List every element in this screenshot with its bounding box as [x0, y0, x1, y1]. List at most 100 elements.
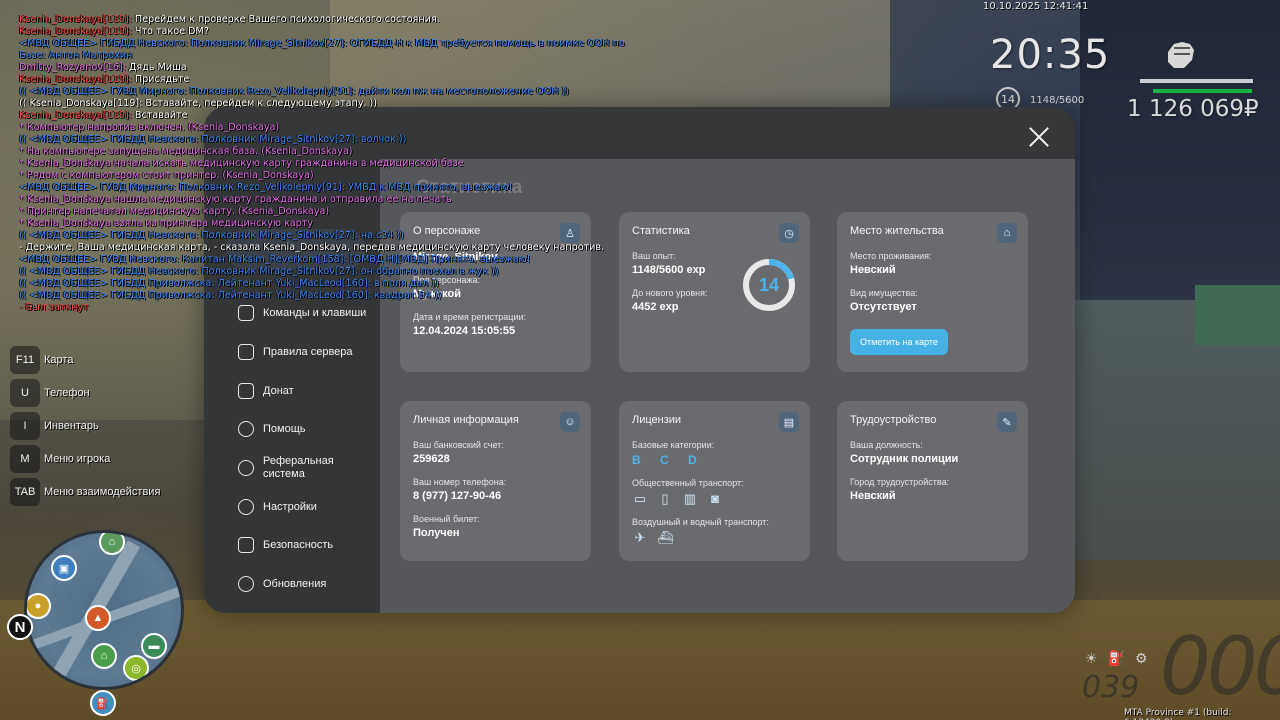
- hotkey-inventory[interactable]: I Инвентарь: [10, 412, 160, 440]
- chat-line: (( <МВД ОБЩЕЕ> ГИБДД Невского: Полковник…: [19, 230, 659, 242]
- licenses-card: Лицензии ▤ Базовые категории: B C D Обще…: [619, 401, 810, 561]
- nav-label: Помощь: [263, 422, 306, 435]
- plane-icon: ✈: [634, 530, 646, 545]
- chat-log: Ksenia_Donskaya[119]: Перейдем к проверк…: [19, 14, 659, 314]
- taxi-icon: ◙: [711, 491, 719, 506]
- chat-line: (( <МВД ОБЩЕЕ> ГУВД Мирного: Полковник R…: [19, 86, 659, 98]
- boat-icon: ⛴: [657, 530, 674, 545]
- hotkey-key: M: [10, 445, 40, 473]
- chat-text: * На компьютере запущена медицинская баз…: [19, 146, 353, 157]
- air-water-transport-row: ✈ ⛴: [632, 530, 797, 546]
- hotkey-interaction-menu[interactable]: TAB Меню взаимодействия: [10, 478, 160, 506]
- shield-icon: [238, 537, 254, 553]
- hotkey-label: Телефон: [44, 387, 90, 399]
- chat-text: (( Ksenia_Donskaya[119]: Вставайте, пере…: [19, 98, 378, 109]
- chat-text: * Рядом с компьютером стоит принтер. (Ks…: [19, 170, 314, 181]
- field-label: Базовые категории:: [632, 440, 715, 450]
- hotkey-phone[interactable]: U Телефон: [10, 379, 160, 407]
- chat-text: * Принтер напечатал медицинскую карту. (…: [19, 206, 330, 217]
- fuel-level: 039: [1082, 670, 1140, 705]
- hotkey-label: Меню игрока: [44, 453, 111, 465]
- bank-icon: ⌂: [99, 533, 125, 555]
- chat-line: Ksenia_Donskaya[119]: Присядьте: [19, 74, 659, 86]
- chat-line: <МВД ОБЩЕЕ> ГИБДД Невского: Полковник Mi…: [19, 38, 659, 50]
- chat-text: Перейдем к проверке Вашего психологическ…: [131, 14, 440, 25]
- field-label: Место проживания:: [850, 251, 932, 261]
- chat-line: * Ksenia_Donskaya начала искать медицинс…: [19, 158, 659, 170]
- field-label: Общественный транспорт:: [632, 478, 744, 488]
- chat-text: <МВД ОБЩЕЕ> ГУВД Невского: Капитан Maksi…: [19, 254, 531, 265]
- hotkey-map[interactable]: F11 Карта: [10, 346, 160, 374]
- hud-exp: 1148/5600: [1030, 95, 1085, 106]
- mark-on-map-button[interactable]: Отметить на карте: [850, 329, 948, 355]
- chat-text: - Был заткнут: [19, 302, 89, 313]
- hotkey-label: Карта: [44, 354, 74, 366]
- chat-sender: Dmitry_Rozyanov[16]:: [19, 62, 126, 73]
- card-title: Место жительства: [850, 225, 944, 237]
- level-number: 14: [758, 274, 780, 295]
- house-icon: ⌂: [997, 223, 1017, 243]
- nav-donate[interactable]: Донат: [238, 383, 294, 399]
- hud-datetime: 10.10.2025 12:41:41: [983, 1, 1089, 12]
- chat-sender: Ksenia_Donskaya[119]:: [19, 74, 132, 85]
- chat-text: (( <МВД ОБЩЕЕ> ГИБДД Приволжска: Лейтена…: [19, 278, 439, 289]
- hotkey-key: U: [10, 379, 40, 407]
- wallet-icon: [238, 383, 254, 399]
- chat-text: * Компьютер напротив включен. (Ksenia_Do…: [19, 122, 280, 133]
- chat-sender: Ksenia_Donskaya[119]:: [19, 14, 132, 25]
- employment-city: Невский: [850, 490, 896, 502]
- hotkey-player-menu[interactable]: M Меню игрока: [10, 445, 160, 473]
- nav-label: Настройки: [263, 500, 317, 513]
- speedometer: 000: [1160, 620, 1280, 713]
- personal-info-card: Личная информация ☺ Ваш банковский счет:…: [400, 401, 591, 561]
- chat-line: <МВД ОБЩЕЕ> ГУВД Мирного: Полковник Rezo…: [19, 182, 659, 194]
- nav-updates[interactable]: Обновления: [238, 576, 326, 592]
- chat-text: Вставайте: [131, 110, 188, 121]
- field-label: Воздушный и водный транспорт:: [632, 517, 769, 527]
- chat-line: Ksenia_Donskaya[119]: Вставайте: [19, 110, 659, 122]
- north-icon: N: [7, 614, 33, 640]
- hud-game-time: 20:35: [990, 32, 1111, 78]
- chat-text: <МВД ОБЩЕЕ> ГИБДД Невского: Полковник Mi…: [19, 38, 625, 49]
- registration-date: 12.04.2024 15:05:55: [413, 325, 516, 337]
- field-label: Ваша должность:: [850, 440, 923, 450]
- nav-rules[interactable]: Правила сервера: [238, 344, 353, 360]
- nav-security[interactable]: Безопасность: [238, 537, 333, 553]
- trolleybus-icon: ▯: [661, 491, 669, 506]
- chat-line: * Ksenia_Donskaya нашла медицинскую карт…: [19, 194, 659, 206]
- chat-line: <МВД ОБЩЕЕ> ГУВД Невского: Капитан Maksi…: [19, 254, 659, 266]
- bank-account: 259628: [413, 453, 450, 465]
- network-icon: [238, 460, 254, 476]
- chat-line: Ksenia_Donskaya[119]: Что такое DM?: [19, 26, 659, 38]
- hud-money: 1 126 069₽: [1127, 96, 1259, 122]
- car-icon: ▬: [141, 633, 167, 659]
- chat-line: - Держите, Ваша медицинская карта, - ска…: [19, 242, 659, 254]
- license-icon: ▤: [779, 412, 799, 432]
- tram-icon: ▥: [683, 491, 697, 506]
- scales-icon: [238, 344, 254, 360]
- nav-referral[interactable]: Реферальная система: [238, 455, 343, 481]
- tools-icon: ✎: [997, 412, 1017, 432]
- gear-icon: [238, 499, 254, 515]
- bus-icon: ▭: [633, 491, 647, 506]
- refresh-icon: [238, 576, 254, 592]
- residence-value: Невский: [850, 264, 896, 276]
- fist-icon: [1168, 42, 1194, 68]
- vehicle-status-icons: ☀⛽⚙: [1085, 650, 1158, 666]
- close-icon[interactable]: [1027, 125, 1051, 149]
- chat-text: (( <МВД ОБЩЕЕ> ГИБДД Невского: Полковник…: [19, 266, 499, 277]
- chat-line: (( <МВД ОБЩЕЕ> ГИБДД Приволжска: Лейтена…: [19, 290, 659, 302]
- chat-line: Базе: Антон Матрохин: [19, 50, 659, 62]
- chat-line: (( <МВД ОБЩЕЕ> ГИБДД Приволжска: Лейтена…: [19, 278, 659, 290]
- player-marker-icon: ▲: [85, 605, 111, 631]
- chat-text: (( <МВД ОБЩЕЕ> ГИБДД Невского: Полковник…: [19, 230, 405, 241]
- field-label: Военный билет:: [413, 514, 480, 524]
- nav-help[interactable]: Помощь: [238, 421, 306, 437]
- chat-line: * Ksenia_Donskaya взяла из принтера меди…: [19, 218, 659, 230]
- chat-line: * Компьютер напротив включен. (Ksenia_Do…: [19, 122, 659, 134]
- building-icon: ▣: [51, 555, 77, 581]
- armor-bar: [1153, 89, 1253, 93]
- license-categories: B C D: [632, 453, 705, 467]
- home-icon: ⌂: [91, 643, 117, 669]
- nav-settings[interactable]: Настройки: [238, 499, 317, 515]
